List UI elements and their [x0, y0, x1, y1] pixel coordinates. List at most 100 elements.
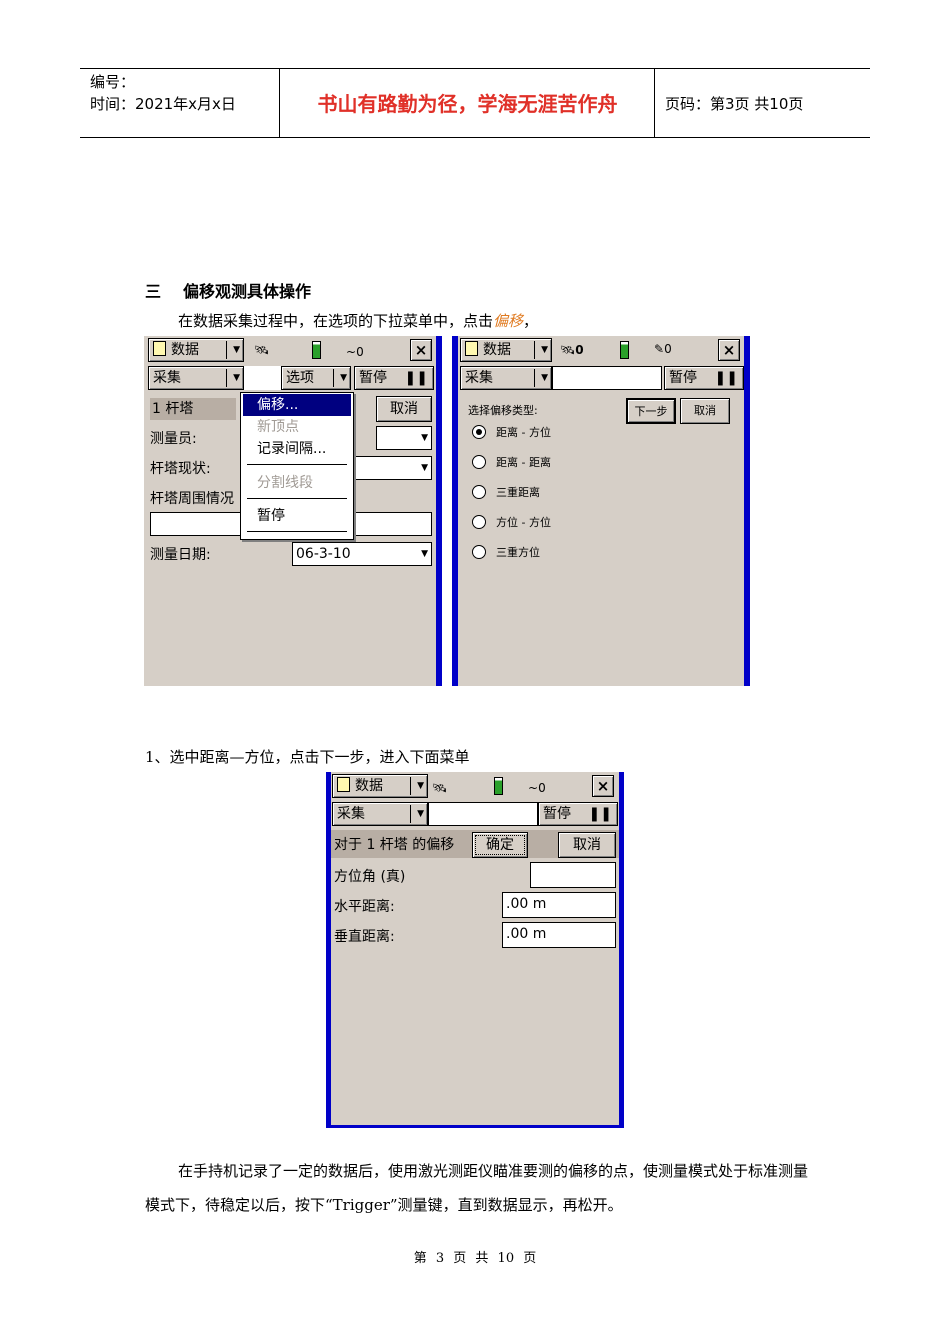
pause-button[interactable]: 暂停 ❚❚ — [538, 802, 618, 826]
signal-icon: ~0 — [528, 781, 546, 795]
radio-dot — [472, 455, 486, 469]
pause-icon: ❚❚ — [404, 370, 428, 386]
menu-item-offset[interactable]: 偏移... — [243, 394, 351, 416]
satellite-icon: 🛰 — [254, 343, 270, 357]
header-motto: 书山有路勤为径，学海无涯苦作舟 — [281, 69, 655, 137]
surveyor-label: 测量员: — [150, 431, 197, 447]
collect-menu-label: 采集 — [337, 806, 365, 822]
data-menu-button[interactable]: 数据 — [332, 774, 428, 798]
screen-border — [452, 336, 458, 686]
cancel-button[interactable]: 取消 — [558, 832, 616, 858]
header-page: 页码：第3页 共10页 — [665, 95, 804, 113]
satellite-icon: 🛰0 — [560, 343, 584, 357]
data-menu-label: 数据 — [355, 778, 383, 794]
radio-label: 距离 - 方位 — [496, 426, 551, 439]
offset-type-prompt: 选择偏移类型: — [468, 404, 538, 417]
data-menu-button[interactable]: 数据 — [460, 338, 552, 362]
body-paragraph: 在手持机记录了一定的数据后，使用激光测距仪瞄准要测的偏移的点，使测量模式处于标准… — [145, 1162, 809, 1214]
close-icon[interactable]: × — [718, 339, 740, 361]
section-title: 偏移观测具体操作 — [183, 282, 312, 301]
battery-icon — [312, 341, 321, 359]
pen-icon: ✎0 — [654, 342, 672, 356]
battery-icon — [620, 341, 629, 359]
vertical-distance-input[interactable]: .00 m — [502, 922, 616, 948]
data-menu-button[interactable]: 数据 — [148, 338, 244, 362]
collect-menu-button[interactable]: 采集 — [148, 366, 244, 390]
step1-paragraph: 1、选中距离—方位，点击下一步，进入下面菜单 — [145, 748, 470, 766]
pause-icon: ❚❚ — [588, 806, 612, 822]
menu-divider — [247, 498, 347, 499]
section-heading: 三 偏移观测具体操作 — [145, 278, 311, 302]
radio-label: 方位 - 方位 — [496, 516, 551, 529]
screen-border — [326, 772, 331, 1128]
collect-blank — [428, 802, 538, 826]
radio-label: 距离 - 距离 — [496, 456, 551, 469]
close-icon[interactable]: × — [410, 339, 432, 361]
cancel-button[interactable]: 取消 — [680, 398, 730, 424]
options-dropdown: 偏移... 新顶点 记录间隔... 分割线段 暂停 — [240, 392, 354, 540]
satellite-icon: 🛰 — [432, 781, 448, 795]
surveyor-select[interactable] — [376, 426, 432, 450]
vertical-distance-label: 垂直距离: — [334, 929, 395, 945]
azimuth-input[interactable] — [530, 862, 616, 888]
radio-distance-bearing[interactable]: 距离 - 方位 — [472, 424, 551, 442]
intro-text: 在数据采集过程中，在选项的下拉菜单中，点击 — [178, 312, 494, 330]
battery-icon — [494, 777, 503, 795]
options-menu-button[interactable]: 选项 — [281, 366, 351, 390]
azimuth-label: 方位角 (真) — [334, 869, 406, 885]
radio-bearing-bearing[interactable]: 方位 - 方位 — [472, 514, 551, 532]
pause-icon: ❚❚ — [714, 370, 738, 386]
data-menu-label: 数据 — [171, 342, 199, 358]
offset-title: 对于 1 杆塔 的偏移 — [334, 837, 455, 853]
menu-divider — [247, 464, 347, 465]
tower-surroundings-label: 杆塔周围情况 — [150, 491, 234, 507]
collect-menu-label: 采集 — [153, 370, 181, 386]
close-icon[interactable]: × — [592, 775, 614, 797]
next-button[interactable]: 下一步 — [626, 398, 676, 424]
pause-button[interactable]: 暂停 ❚❚ — [664, 366, 744, 390]
collect-menu-button[interactable]: 采集 — [332, 802, 428, 826]
radio-distance-distance[interactable]: 距离 - 距离 — [472, 454, 551, 472]
screen-offset-type: 数据 🛰0 ✎0 × 采集 暂停 ❚❚ 选择偏移类型: 下一步 取消 距离 - 方… — [452, 336, 750, 686]
radio-dot — [472, 425, 486, 439]
cancel-button[interactable]: 取消 — [376, 396, 432, 422]
menu-item-new-vertex: 新顶点 — [257, 419, 299, 435]
collect-menu-button[interactable]: 采集 — [460, 366, 552, 390]
radio-label: 三重方位 — [496, 546, 540, 559]
pause-label: 暂停 — [669, 370, 697, 386]
screen-border — [619, 772, 624, 1128]
section-number: 三 — [145, 282, 162, 301]
horizontal-distance-input[interactable]: .00 m — [502, 892, 616, 918]
pause-label: 暂停 — [359, 370, 387, 386]
intro-tail: ， — [523, 312, 539, 330]
options-menu-label: 选项 — [286, 370, 314, 386]
intro-emphasis: 偏移 — [493, 312, 524, 330]
item-title: 1 杆塔 — [150, 398, 236, 420]
radio-triple-distance[interactable]: 三重距离 — [472, 484, 540, 502]
survey-date-select[interactable]: 06-3-10 — [292, 542, 432, 566]
survey-date-label: 测量日期: — [150, 547, 211, 563]
radio-triple-bearing[interactable]: 三重方位 — [472, 544, 540, 562]
screen-border — [436, 336, 442, 686]
intro-paragraph: 在数据采集过程中，在选项的下拉菜单中，点击偏移， — [178, 310, 538, 331]
page-footer: 第 3 页 共 10 页 — [413, 1251, 537, 1266]
tower-status-label: 杆塔现状: — [150, 461, 211, 477]
radio-dot — [472, 545, 486, 559]
screen-options-menu: 数据 🛰 ~0 × 采集 选项 暂停❚❚ 1 杆塔 取消 测量员: 杆塔现状: … — [144, 336, 442, 686]
document-icon — [337, 777, 350, 792]
document-icon — [153, 341, 166, 356]
data-menu-label: 数据 — [483, 342, 511, 358]
header-meta: 编号： 时间：2021年x月x日 — [80, 69, 280, 137]
menu-item-log-interval[interactable]: 记录间隔... — [247, 438, 347, 460]
screen-border — [326, 1125, 624, 1128]
ok-button[interactable]: 确定 — [472, 832, 528, 858]
menu-divider — [247, 531, 347, 532]
document-icon — [465, 341, 478, 356]
pause-button[interactable]: 暂停 ❚❚ — [354, 366, 434, 390]
radio-dot — [472, 485, 486, 499]
collect-blank — [244, 366, 282, 390]
collect-menu-label: 采集 — [465, 370, 493, 386]
page-header: 编号： 时间：2021年x月x日 书山有路勤为径，学海无涯苦作舟 页码：第3页 … — [80, 68, 870, 138]
menu-item-pause[interactable]: 暂停 — [247, 505, 347, 527]
radio-label: 三重距离 — [496, 486, 540, 499]
